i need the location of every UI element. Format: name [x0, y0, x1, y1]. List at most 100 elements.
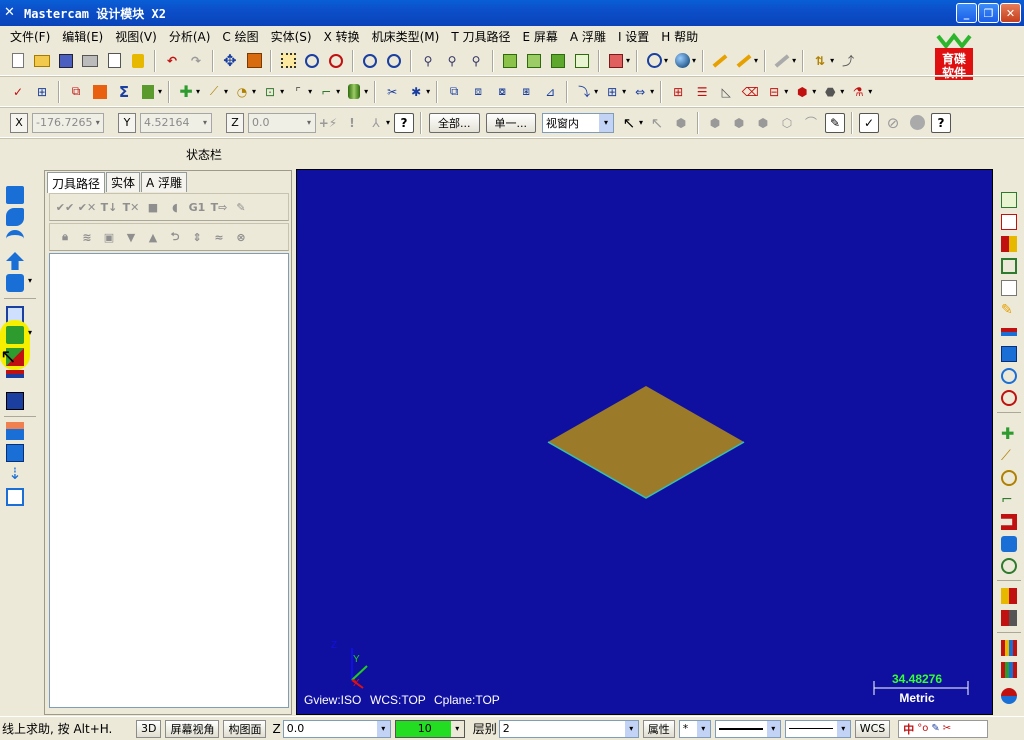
dimension-dropdown-icon[interactable]: ▾ — [830, 56, 834, 65]
selection-help-icon[interactable]: ? — [931, 112, 952, 133]
globe-icon[interactable] — [644, 51, 664, 71]
chamfer-icon[interactable]: ⌜ — [288, 82, 308, 102]
fillet-solid-dropdown-icon[interactable]: ▾ — [28, 276, 32, 285]
verify-check-icon[interactable]: ✓ — [859, 112, 880, 133]
graphics-viewport[interactable]: Z Y X Gview:ISO WCS:TOP Cplane:TOP 34.48… — [296, 169, 993, 715]
wcs-button[interactable]: WCS — [854, 719, 891, 738]
cube-outline-icon[interactable] — [572, 51, 592, 71]
tab-art[interactable]: A 浮雕 — [141, 172, 188, 192]
layer-list-icon[interactable] — [138, 82, 158, 102]
menu-help[interactable]: H 帮助 — [655, 28, 704, 45]
image-icon[interactable] — [90, 82, 110, 102]
cursor-icon[interactable]: ↖ — [619, 113, 639, 133]
y-coord-dropdown-icon[interactable]: ▾ — [199, 118, 211, 127]
new-file-icon[interactable] — [8, 51, 28, 71]
y-coord-label[interactable]: Y — [118, 112, 136, 133]
loft-icon[interactable] — [6, 252, 24, 270]
move-up-icon[interactable]: ▲ — [144, 228, 162, 246]
array-dropdown-icon[interactable]: ▾ — [622, 87, 626, 96]
ime-keyboard-icon[interactable]: ✎ — [931, 723, 939, 734]
menu-xform[interactable]: X 转换 — [318, 28, 366, 45]
line-style-dropdown-icon[interactable]: ▾ — [766, 720, 780, 737]
circle-disabled-icon[interactable] — [907, 113, 927, 133]
window-mode-select[interactable]: 视窗内 ▾ — [542, 112, 615, 133]
blank-icon[interactable]: ⚲ — [466, 51, 486, 71]
add-fillet-icon[interactable]: ⌐ — [1001, 492, 1017, 508]
point-dropdown-icon[interactable]: ▾ — [196, 87, 200, 96]
layer-label[interactable]: 层别 — [473, 720, 497, 737]
save-icon[interactable] — [56, 51, 76, 71]
analyze-icon[interactable]: ⚲ — [418, 51, 438, 71]
undo-icon[interactable]: ↶ — [162, 51, 182, 71]
menu-analyze[interactable]: 分析(A) — [163, 28, 217, 45]
project-icon[interactable]: ⤵ — [574, 82, 594, 102]
arrow-down-icon[interactable]: ⇣ — [6, 466, 24, 484]
arc-icon[interactable]: ◔ — [232, 82, 252, 102]
solid-cylinder-icon[interactable] — [344, 82, 364, 102]
fillet-dropdown-icon[interactable]: ▾ — [280, 87, 284, 96]
menu-view[interactable]: 视图(V) — [109, 28, 163, 45]
fillet-solid-icon[interactable] — [6, 274, 24, 292]
view-side-icon[interactable] — [1001, 258, 1017, 274]
cube-shaded-icon[interactable] — [548, 51, 568, 71]
pan-icon[interactable]: ✥ — [220, 51, 240, 71]
line-style-select[interactable]: ▾ — [714, 719, 781, 738]
zoom-out-icon[interactable] — [384, 51, 404, 71]
construction-plane-button[interactable]: 构图面 — [223, 719, 267, 738]
select-all-ops-icon[interactable]: ✔✔ — [56, 198, 74, 216]
y-coord-field[interactable]: 4.52164 ▾ — [140, 112, 212, 133]
z-depth-label[interactable]: Z — [272, 722, 280, 736]
layout-icon[interactable] — [6, 422, 24, 440]
ime-bar[interactable]: 中 °o ✎ ✂ — [898, 719, 989, 738]
x-coord-label[interactable]: X — [10, 112, 28, 133]
line-width-select[interactable]: ▾ — [784, 719, 851, 738]
boolean-add-icon[interactable] — [6, 326, 24, 344]
surface-dropdown-icon[interactable]: ▾ — [784, 87, 788, 96]
maximize-button[interactable]: ❐ — [978, 3, 999, 23]
window-mode-dropdown-icon[interactable]: ▾ — [599, 113, 614, 132]
color-grid-icon[interactable] — [1001, 640, 1017, 656]
edge-select-icon[interactable]: ⬢ — [729, 113, 749, 133]
hatch-icon[interactable]: ⬣ — [820, 82, 840, 102]
array-icon[interactable]: ⊞ — [602, 82, 622, 102]
wireframe-dropdown-icon[interactable]: ▾ — [812, 87, 816, 96]
menu-file[interactable]: 文件(F) — [4, 28, 56, 45]
zoom-target-icon[interactable] — [360, 51, 380, 71]
fit-icon[interactable] — [278, 51, 298, 71]
body-select-icon[interactable]: ⬢ — [753, 113, 773, 133]
snap-dropdown-icon[interactable]: ▾ — [386, 118, 390, 127]
layer-select[interactable]: 2 ▾ — [498, 719, 639, 738]
join-dropdown-icon[interactable]: ▾ — [426, 87, 430, 96]
sphere-dropdown-icon[interactable]: ▾ — [692, 56, 696, 65]
xform-translate-icon[interactable]: ⧉ — [444, 82, 464, 102]
pencil-dropdown-icon[interactable]: ▾ — [754, 56, 758, 65]
zoom-selected-icon[interactable] — [1001, 390, 1017, 406]
status-bar-label[interactable]: 状态栏 — [186, 146, 222, 163]
menu-screen[interactable]: E 屏幕 — [517, 28, 564, 45]
add-circle-icon[interactable] — [1001, 470, 1017, 486]
trim-icon[interactable]: ⌐ — [316, 82, 336, 102]
ops-tree[interactable] — [49, 253, 289, 708]
open-file-icon[interactable] — [32, 51, 52, 71]
add-rectangle-icon[interactable] — [1001, 514, 1017, 530]
sphere-icon[interactable] — [672, 51, 692, 71]
xform-mirror-icon[interactable]: ⧈ — [468, 82, 488, 102]
fillet-icon[interactable]: ⊡ — [260, 82, 280, 102]
cursor-disabled-icon[interactable]: ↖ — [647, 113, 667, 133]
fast-point-icon[interactable]: +⚡ — [318, 113, 338, 133]
view-cube-icon[interactable] — [606, 51, 626, 71]
z-depth-select[interactable]: 0.0 ▾ — [282, 719, 391, 738]
menu-toolpaths[interactable]: T 刀具路径 — [445, 28, 516, 45]
draft-face-icon[interactable] — [6, 392, 24, 410]
attributes-button[interactable]: 属性 — [642, 719, 675, 738]
print-preview-icon[interactable] — [104, 51, 124, 71]
break-icon[interactable]: ✂ — [382, 82, 402, 102]
color-select[interactable]: 10 ▾ — [394, 719, 465, 738]
xform-scale-icon[interactable]: ⧆ — [516, 82, 536, 102]
dimension-icon[interactable]: ⇅ — [810, 51, 830, 71]
draft-icon[interactable]: ◺ — [716, 82, 736, 102]
point-plus-icon[interactable]: ✚ — [176, 82, 196, 102]
toggle-post-icon[interactable]: ▣ — [100, 228, 118, 246]
select-all-button[interactable]: 全部... — [429, 112, 480, 133]
post-g1-icon[interactable]: G1 — [188, 198, 206, 216]
